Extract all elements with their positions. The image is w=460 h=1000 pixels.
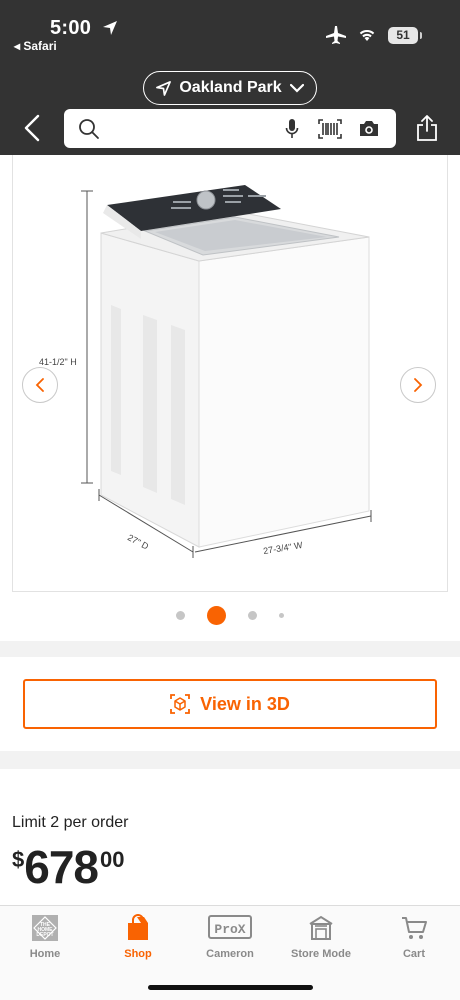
- wifi-icon: [359, 29, 375, 41]
- home-depot-logo-icon: THE HOME DEPOT: [32, 915, 58, 941]
- chevron-down-icon: [289, 83, 304, 93]
- home-indicator: [148, 985, 313, 990]
- purchase-limit-text: Limit 2 per order: [12, 814, 129, 831]
- tab-home-label: Home: [29, 948, 61, 960]
- barcode-scan-icon[interactable]: [318, 119, 342, 139]
- carousel-dot-active[interactable]: [207, 606, 226, 625]
- camera-icon[interactable]: [358, 120, 380, 138]
- carousel-pagination: [0, 606, 460, 625]
- product-image-frame[interactable]: 41-1/2" H 27" D 27-3/4" W: [12, 155, 448, 592]
- status-back-to-safari[interactable]: ◂ Safari: [14, 39, 57, 53]
- back-chevron-icon[interactable]: [20, 114, 44, 142]
- tab-cameron[interactable]: ProX Cameron: [190, 914, 270, 960]
- price-dollars: 678: [24, 841, 99, 893]
- store-icon: [309, 915, 333, 940]
- tab-store-mode[interactable]: Store Mode: [281, 914, 361, 960]
- view-in-3d-button[interactable]: View in 3D: [23, 679, 437, 729]
- 3d-view-icon: [170, 694, 191, 714]
- svg-text:DEPOT: DEPOT: [36, 932, 53, 938]
- tab-shop[interactable]: Shop: [98, 914, 178, 960]
- prox-badge-icon: ProX: [208, 915, 252, 939]
- view-3d-section: View in 3D: [0, 657, 460, 751]
- carousel-dot[interactable]: [176, 611, 185, 620]
- status-icons: 51: [326, 26, 422, 44]
- tab-store-mode-label: Store Mode: [291, 948, 351, 960]
- tab-cart[interactable]: Cart: [374, 914, 454, 960]
- price-currency: $: [12, 847, 25, 872]
- cart-icon: [402, 917, 427, 939]
- store-location-selector[interactable]: Oakland Park: [143, 71, 317, 105]
- chevron-left-icon: [35, 378, 44, 392]
- top-header: 5:00 ◂ Safari 51 Oakland Park: [0, 0, 460, 155]
- location-label: Oakland Park: [179, 79, 282, 96]
- carousel-dot[interactable]: [248, 611, 257, 620]
- tab-home[interactable]: THE HOME DEPOT Home: [5, 914, 85, 960]
- tab-shop-label: Shop: [124, 948, 152, 960]
- share-icon[interactable]: [416, 114, 438, 142]
- carousel-prev-button[interactable]: [22, 367, 58, 403]
- battery-indicator: 51: [388, 26, 422, 44]
- chevron-right-icon: [414, 378, 423, 392]
- washer-product-image: [81, 185, 372, 558]
- view-in-3d-label: View in 3D: [200, 693, 290, 714]
- search-icon: [79, 119, 99, 139]
- price-cents: 00: [100, 847, 125, 872]
- shop-bag-icon: [128, 914, 148, 940]
- navigation-arrow-icon: [156, 80, 172, 96]
- status-time: 5:00: [50, 17, 92, 39]
- tab-cameron-label: Cameron: [206, 948, 254, 960]
- carousel-dot[interactable]: [279, 613, 284, 618]
- price-section: Limit 2 per order $ 678 00: [0, 769, 460, 905]
- microphone-icon[interactable]: [285, 118, 299, 140]
- product-price: $ 678 00: [12, 841, 124, 893]
- carousel-next-button[interactable]: [400, 367, 436, 403]
- height-dimension-label: 41-1/2" H: [39, 357, 77, 367]
- tab-cart-label: Cart: [402, 948, 425, 960]
- svg-text:ProX: ProX: [214, 922, 245, 937]
- airplane-icon: [326, 26, 346, 44]
- search-input[interactable]: [64, 109, 396, 148]
- location-arrow-icon: [103, 21, 117, 35]
- product-image-carousel: 41-1/2" H 27" D 27-3/4" W: [0, 155, 460, 641]
